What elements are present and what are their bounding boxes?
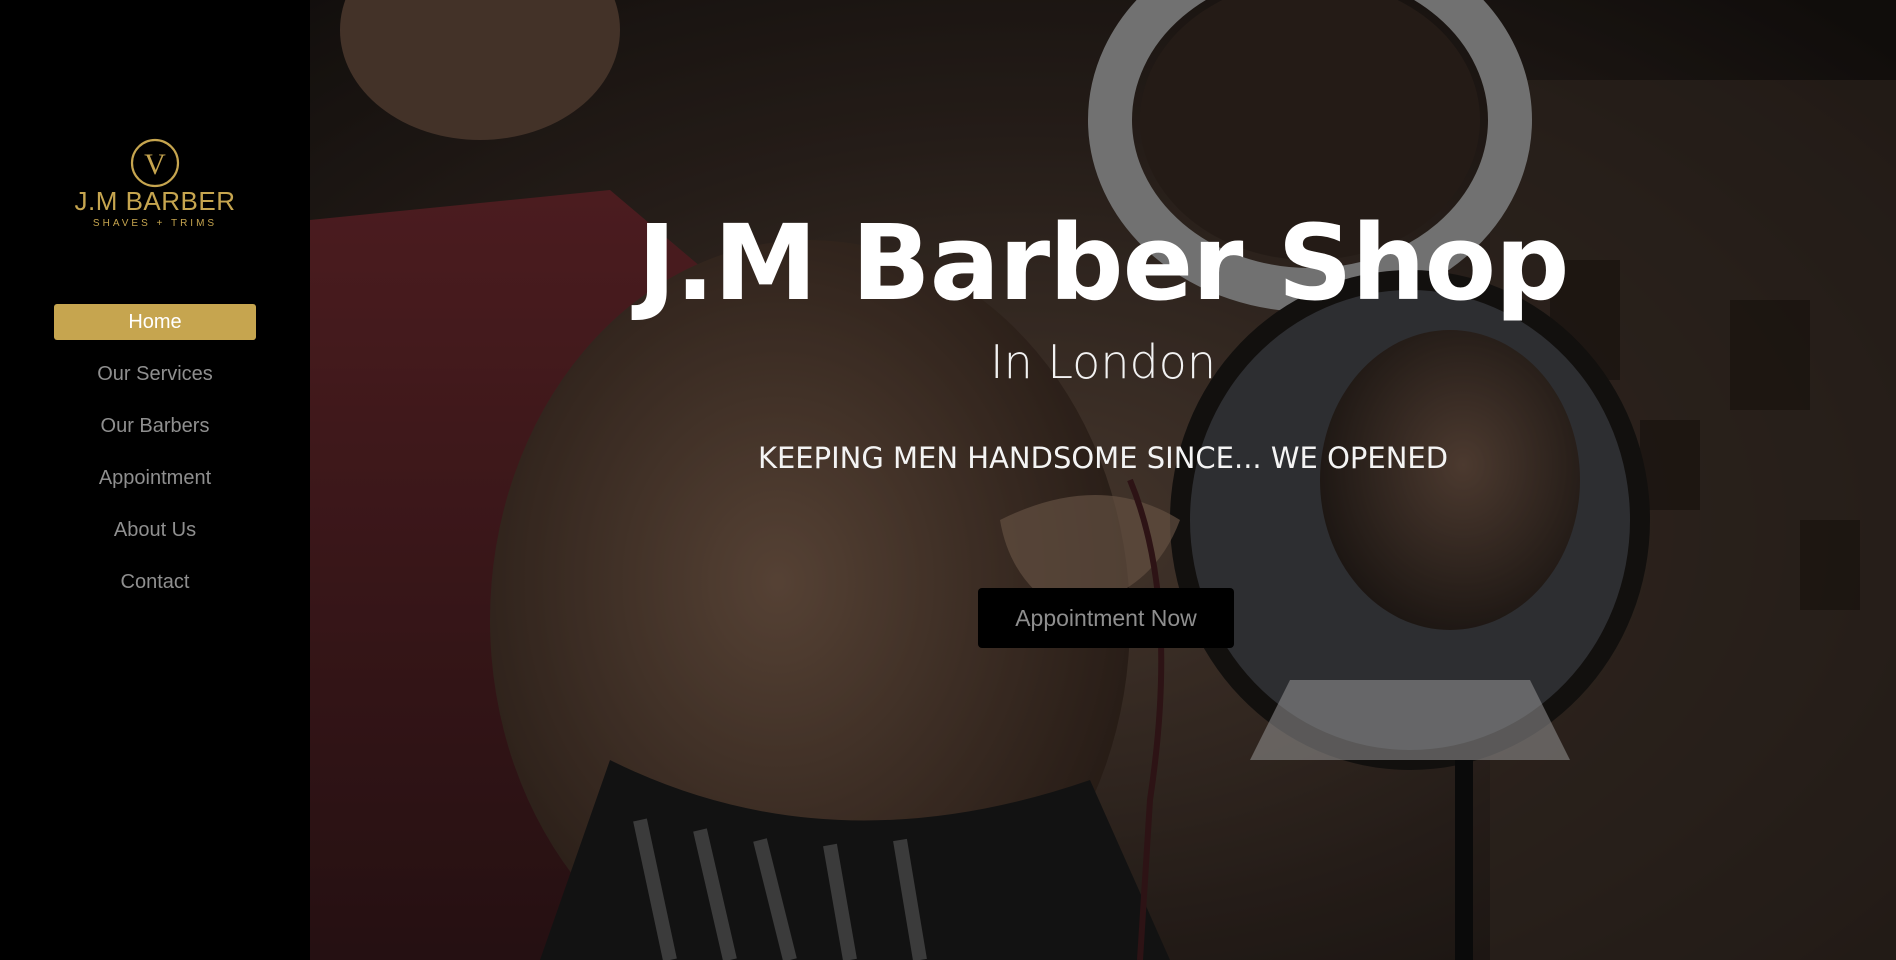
hero-title: J.M Barber Shop [637, 202, 1570, 324]
hero-overlay [310, 0, 1896, 960]
logo-initial: V [144, 148, 166, 181]
hero-tagline: KEEPING MEN HANDSOME SINCE... WE OPENED [757, 441, 1449, 475]
sidebar: V J.M BARBER SHAVES + TRIMS Home Our Ser… [0, 0, 310, 960]
appointment-now-button[interactable]: Appointment Now [978, 588, 1234, 648]
hero-section: J.M Barber Shop In London KEEPING MEN HA… [310, 0, 1896, 960]
brand-logo[interactable]: V J.M BARBER SHAVES + TRIMS [0, 138, 310, 238]
nav-item-our-barbers[interactable]: Our Barbers [54, 408, 256, 444]
logo-tagline: SHAVES + TRIMS [93, 218, 217, 229]
nav-item-about-us[interactable]: About Us [54, 512, 256, 548]
nav-item-appointment[interactable]: Appointment [54, 460, 256, 496]
barber-logo-icon: V J.M BARBER SHAVES + TRIMS [74, 138, 235, 229]
logo-name: J.M BARBER [74, 186, 235, 216]
nav-item-our-services[interactable]: Our Services [54, 356, 256, 392]
nav-item-home[interactable]: Home [54, 304, 256, 340]
nav-item-contact[interactable]: Contact [54, 564, 256, 600]
main-nav: Home Our Services Our Barbers Appointmen… [54, 304, 256, 616]
hero-subtitle: In London [990, 335, 1216, 389]
